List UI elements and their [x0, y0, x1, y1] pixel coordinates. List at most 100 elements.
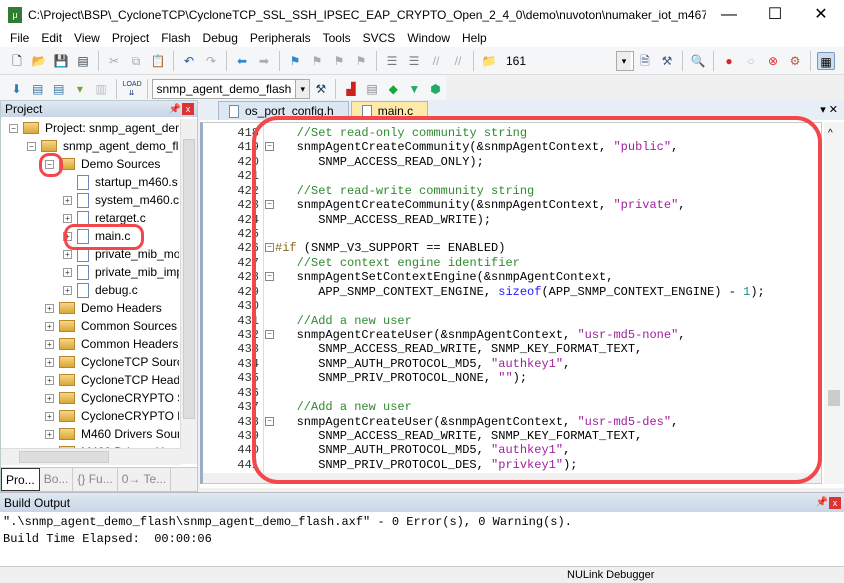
- collapse-icon[interactable]: −: [27, 141, 36, 151]
- menu-edit[interactable]: Edit: [35, 30, 68, 47]
- tree-item[interactable]: + Common Sources: [45, 317, 177, 335]
- target-options-icon[interactable]: ⚒: [312, 80, 329, 98]
- rte-icon[interactable]: ▼: [406, 80, 423, 98]
- debug-session-icon[interactable]: ⚒: [658, 52, 676, 70]
- nav-back-icon[interactable]: ⬅: [233, 52, 251, 70]
- menu-flash[interactable]: Flash: [155, 30, 196, 47]
- panel-tab[interactable]: Bo...: [40, 468, 74, 491]
- tree-item[interactable]: + CycloneCRYPTO Headers: [45, 407, 179, 425]
- line-number: 420: [237, 154, 259, 169]
- save-icon[interactable]: 💾: [52, 52, 70, 70]
- close-icon[interactable]: x: [182, 103, 194, 115]
- expand-icon[interactable]: +: [45, 375, 54, 385]
- expand-icon[interactable]: +: [63, 249, 72, 259]
- maximize-button[interactable]: ☐: [752, 0, 798, 30]
- rebuild-icon[interactable]: ▤: [50, 80, 67, 98]
- zoom-debug-icon[interactable]: 🔍: [689, 52, 707, 70]
- paste-icon[interactable]: 📋: [149, 52, 167, 70]
- expand-icon[interactable]: +: [45, 339, 54, 349]
- tree-item[interactable]: + private_mib_impl.c: [63, 263, 179, 281]
- load-icon[interactable]: LOAD ⇊: [123, 80, 142, 98]
- build-icon[interactable]: ▤: [29, 80, 46, 98]
- translate-icon[interactable]: ⬇: [8, 80, 25, 98]
- expand-icon[interactable]: +: [63, 267, 72, 277]
- tree-item[interactable]: − Project: snmp_agent_demo: [9, 119, 179, 137]
- expand-icon[interactable]: +: [63, 285, 72, 295]
- kill-breakpoints-icon[interactable]: ⊗: [764, 52, 782, 70]
- project-vertical-scrollbar[interactable]: [180, 119, 197, 464]
- tree-item[interactable]: + CycloneTCP Headers: [45, 371, 179, 389]
- menu-file[interactable]: File: [4, 30, 35, 47]
- find-value[interactable]: 161: [506, 54, 616, 68]
- pin-icon[interactable]: 📌: [168, 104, 182, 115]
- pin-icon[interactable]: 📌: [815, 497, 829, 508]
- incremental-find-icon[interactable]: 🗎: [636, 52, 654, 70]
- collapse-icon[interactable]: −: [9, 123, 18, 133]
- menu-debug[interactable]: Debug: [197, 30, 244, 47]
- tree-item[interactable]: + Common Headers: [45, 335, 178, 353]
- target-select[interactable]: snmp_agent_demo_flash ▾: [151, 78, 311, 99]
- menu-window[interactable]: Window: [401, 30, 456, 47]
- menu-help[interactable]: Help: [456, 30, 493, 47]
- cut-icon[interactable]: ✂: [105, 52, 123, 70]
- window-title: C:\Project\BSP\_CycloneTCP\CycloneTCP_SS…: [28, 8, 706, 22]
- close-icon[interactable]: x: [829, 496, 841, 509]
- menu-view[interactable]: View: [68, 30, 106, 47]
- open-file-icon[interactable]: 📂: [30, 52, 48, 70]
- expand-icon[interactable]: +: [45, 393, 54, 403]
- undo-icon[interactable]: ↶: [180, 52, 198, 70]
- unindent-icon[interactable]: ☰: [405, 52, 423, 70]
- breakpoint-icon[interactable]: ●: [720, 52, 738, 70]
- redo-icon[interactable]: ↷: [202, 52, 220, 70]
- menu-tools[interactable]: Tools: [317, 30, 357, 47]
- stop-build-icon[interactable]: ▥: [93, 80, 110, 98]
- panel-tab[interactable]: Pro...: [1, 468, 40, 491]
- tree-item[interactable]: + system_m460.c: [63, 191, 179, 209]
- build-output-text[interactable]: ".\snmp_agent_demo_flash\snmp_agent_demo…: [3, 515, 572, 546]
- tree-item[interactable]: + M460 Drivers Sources: [45, 425, 179, 443]
- indent-icon[interactable]: ☰: [383, 52, 401, 70]
- disable-breakpoint-icon[interactable]: ○: [742, 52, 760, 70]
- expand-icon[interactable]: +: [45, 429, 54, 439]
- manage-components-icon[interactable]: ▟: [342, 80, 359, 98]
- menu-project[interactable]: Project: [106, 30, 155, 47]
- nav-forward-icon[interactable]: ➡: [255, 52, 273, 70]
- tree-item[interactable]: + debug.c: [63, 281, 138, 299]
- comment-icon[interactable]: //: [427, 52, 445, 70]
- clear-bookmarks-icon[interactable]: ⚑: [352, 52, 370, 70]
- prev-bookmark-icon[interactable]: ⚑: [308, 52, 326, 70]
- select-pack-icon[interactable]: ▤: [364, 80, 381, 98]
- minimize-button[interactable]: —: [706, 0, 752, 30]
- tree-item[interactable]: + Demo Headers: [45, 299, 162, 317]
- menu-svcs[interactable]: SVCS: [357, 30, 402, 47]
- save-all-icon[interactable]: ▤: [74, 52, 92, 70]
- panel-tab[interactable]: {} Fu...: [73, 468, 118, 491]
- batch-build-icon[interactable]: ▾: [71, 80, 88, 98]
- tree-item[interactable]: startup_m460.s: [63, 173, 178, 191]
- next-bookmark-icon[interactable]: ⚑: [330, 52, 348, 70]
- new-file-icon[interactable]: 🗋: [8, 52, 26, 70]
- pack-installer-icon[interactable]: ◆: [385, 80, 402, 98]
- close-button[interactable]: ✕: [798, 0, 844, 30]
- tab-controls[interactable]: ▾ ✕: [820, 103, 838, 116]
- editor-vertical-scrollbar[interactable]: ^: [824, 122, 844, 484]
- manage-layers-icon[interactable]: ⬢: [427, 80, 444, 98]
- window-layout-icon[interactable]: ▦: [817, 51, 835, 70]
- bookmark-icon[interactable]: ⚑: [286, 52, 304, 70]
- expand-icon[interactable]: +: [45, 411, 54, 421]
- copy-icon[interactable]: ⧉: [127, 52, 145, 70]
- find-in-files-icon[interactable]: 📁: [480, 52, 498, 70]
- tree-item[interactable]: + CycloneCRYPTO Sources: [45, 389, 179, 407]
- expand-icon[interactable]: +: [63, 213, 72, 223]
- expand-icon[interactable]: +: [63, 195, 72, 205]
- find-dropdown[interactable]: ▾: [616, 50, 634, 71]
- configure-icon[interactable]: ⚙: [786, 52, 804, 70]
- project-horizontal-scrollbar[interactable]: [1, 448, 181, 465]
- uncomment-icon[interactable]: //: [449, 52, 467, 70]
- expand-icon[interactable]: +: [45, 321, 54, 331]
- menu-peripherals[interactable]: Peripherals: [244, 30, 317, 47]
- panel-tab[interactable]: 0→ Te...: [118, 468, 172, 491]
- tree-item[interactable]: + CycloneTCP Sources: [45, 353, 179, 371]
- expand-icon[interactable]: +: [45, 357, 54, 367]
- expand-icon[interactable]: +: [45, 303, 54, 313]
